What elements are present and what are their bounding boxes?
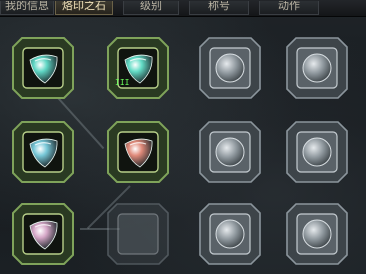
stigma-socket-icon [12, 37, 74, 99]
stigma-slot-empty[interactable] [192, 114, 268, 190]
stigma-slot-empty[interactable] [279, 196, 355, 272]
tab-emotes[interactable]: 动作 [259, 1, 319, 15]
stigma-socket-icon [12, 203, 74, 265]
stigma-slot-filled[interactable] [5, 114, 81, 190]
stigma-slot-filled[interactable] [100, 114, 176, 190]
tab-title[interactable]: 称号 [189, 1, 249, 15]
stigma-slot-empty[interactable] [279, 114, 355, 190]
stigma-socket-icon [107, 37, 169, 99]
stigma-socket-icon [12, 121, 74, 183]
stigma-slot-empty[interactable] [192, 30, 268, 106]
stigma-slot-locked[interactable] [100, 196, 176, 272]
empty-socket-icon [199, 37, 261, 99]
empty-socket-icon [199, 203, 261, 265]
stigma-slot-empty[interactable] [192, 196, 268, 272]
stigma-socket-icon [107, 121, 169, 183]
stigma-slot-empty[interactable] [279, 30, 355, 106]
tab-bar: 我的信息 烙印之石 级别 称号 动作 [0, 0, 366, 17]
empty-socket-icon [286, 203, 348, 265]
stigma-panel: 我的信息 烙印之石 级别 称号 动作 III [0, 0, 366, 274]
stigma-slot-filled[interactable]: III [100, 30, 176, 106]
empty-socket-icon [199, 121, 261, 183]
tab-stigma-stones[interactable]: 烙印之石 [55, 1, 113, 15]
empty-socket-icon [286, 121, 348, 183]
empty-socket-icon [286, 37, 348, 99]
stigma-slot-filled[interactable] [5, 196, 81, 272]
tab-level[interactable]: 级别 [123, 1, 179, 15]
empty-socket-icon [107, 203, 169, 265]
tab-my-info[interactable]: 我的信息 [0, 1, 54, 15]
stigma-slot-filled[interactable] [5, 30, 81, 106]
